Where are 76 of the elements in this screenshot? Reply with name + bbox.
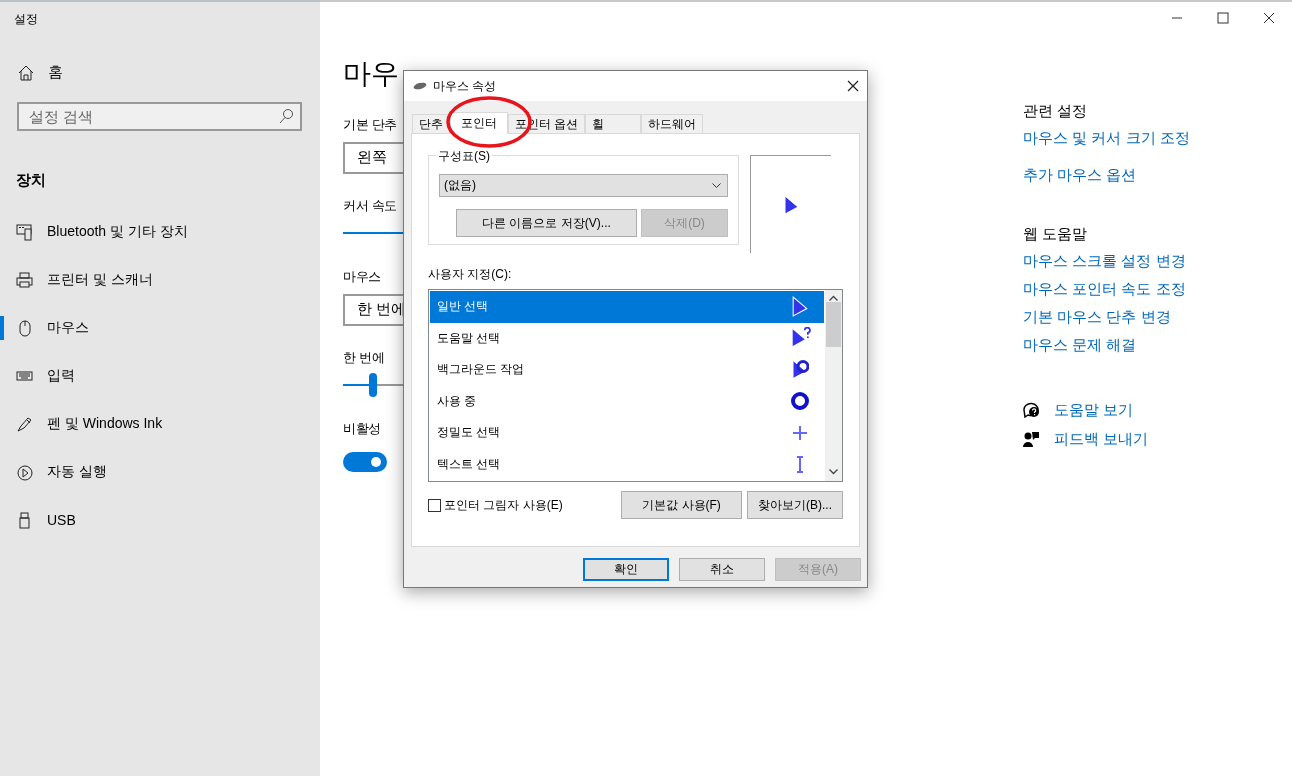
close-icon[interactable] [1263, 12, 1275, 24]
use-default-button[interactable]: 기본값 사용(F) [621, 491, 742, 519]
group-label: 구성표(S) [436, 148, 492, 165]
link[interactable]: 마우스 스크롤 설정 변경 [1023, 252, 1186, 271]
checkbox[interactable] [428, 498, 441, 512]
link[interactable]: 마우스 문제 해결 [1023, 336, 1137, 355]
dropdown-value: (없음) [444, 177, 476, 194]
link[interactable]: 기본 마우스 단추 변경 [1023, 308, 1171, 327]
sidebar-item[interactable]: 마우스 [47, 319, 89, 337]
list-item[interactable]: 정밀도 선택 [430, 417, 824, 449]
setting-label: 마우스 [343, 268, 382, 286]
mouse-icon [16, 319, 33, 337]
pen-icon [16, 415, 33, 433]
sidebar-item[interactable]: Bluetooth 및 기타 장치 [47, 223, 188, 241]
list-label: 사용자 지정(C): [428, 266, 512, 283]
maximize-icon[interactable] [1217, 12, 1229, 24]
usb-drive-icon [16, 511, 33, 529]
ring-icon [791, 392, 809, 411]
sidebar-item[interactable]: 입력 [47, 367, 75, 385]
checkbox-label[interactable]: 포인터 그림자 사용(E) [444, 496, 563, 514]
tab[interactable]: 하드웨어 [641, 114, 704, 133]
dialog-title: 마우스 속성 [433, 78, 497, 93]
sidebar-item[interactable]: 자동 실행 [47, 463, 107, 481]
search-field[interactable]: 설정 검색 [17, 102, 302, 131]
list-item[interactable]: 도움말 선택 [430, 322, 824, 354]
scheme-dropdown[interactable]: (없음) [439, 174, 728, 197]
pointer-list[interactable]: 일반 선택 도움말 선택 백그라운드 작업 사용 중 정밀도 선택 텍스트 선택 [428, 289, 843, 482]
sidebar-item[interactable]: 펜 및 Windows Ink [47, 415, 163, 433]
list-item[interactable]: 텍스트 선택 [430, 448, 824, 480]
link[interactable]: 마우스 포인터 속도 조정 [1023, 280, 1186, 299]
tab[interactable]: 포인터 [450, 112, 508, 134]
dialog-button[interactable]: 확인 [583, 558, 669, 581]
sidebar-item[interactable]: 프린터 및 스캐너 [47, 271, 153, 289]
setting-label: 한 번에 [343, 349, 385, 367]
speech-bubble-icon [1023, 402, 1040, 419]
home-icon[interactable] [18, 64, 34, 81]
chevron-up-icon [829, 295, 838, 301]
slider-thumb[interactable] [369, 373, 377, 397]
save-as-button[interactable]: 다른 이름으로 저장(V)... [456, 209, 637, 237]
link[interactable]: 도움말 보기 [1054, 401, 1134, 420]
link[interactable]: 마우스 및 커서 크기 조정 [1023, 129, 1190, 148]
dialog-button[interactable]: 취소 [679, 558, 765, 581]
sidebar-item[interactable]: USB [47, 512, 76, 528]
person-message-icon [1023, 431, 1040, 448]
setting-label: 비활성 [343, 420, 382, 438]
close-icon[interactable] [847, 80, 859, 92]
tab[interactable]: 휠 [585, 114, 642, 133]
home-link[interactable]: 홈 [48, 63, 63, 82]
text-cursor-icon [797, 455, 803, 473]
chevron-down-icon [829, 469, 838, 475]
busy-pointer-icon [791, 358, 809, 381]
browse-button[interactable]: 찾아보기(B)... [747, 491, 843, 519]
chevron-down-icon [712, 182, 721, 189]
play-circle-icon [16, 463, 33, 481]
crosshair-icon [792, 424, 808, 441]
printer-icon [16, 271, 33, 289]
mouse-device-icon [413, 81, 427, 91]
section-heading: 관련 설정 [1023, 102, 1088, 121]
arrow-pointer-icon [791, 295, 809, 318]
page-title: 마우 [343, 57, 399, 91]
link[interactable]: 피드백 보내기 [1054, 430, 1149, 449]
scrollbar-thumb[interactable] [826, 302, 841, 347]
section-heading: 장치 [16, 171, 46, 190]
tab[interactable]: 단추 [412, 114, 450, 133]
link[interactable]: 추가 마우스 옵션 [1023, 166, 1137, 185]
question-pointer-icon [789, 327, 811, 350]
window-title: 설정 [14, 11, 38, 28]
list-item[interactable]: 백그라운드 작업 [430, 354, 824, 386]
list-item[interactable]: 사용 중 [430, 385, 824, 417]
setting-label: 커서 속도 [343, 197, 398, 215]
toggle-switch[interactable] [343, 452, 387, 472]
devices-icon [16, 223, 33, 241]
setting-label: 기본 단추 [343, 116, 398, 134]
list-item[interactable]: 일반 선택 [430, 291, 824, 323]
section-heading: 웹 도움말 [1023, 225, 1088, 244]
scrollbar[interactable] [825, 290, 842, 481]
